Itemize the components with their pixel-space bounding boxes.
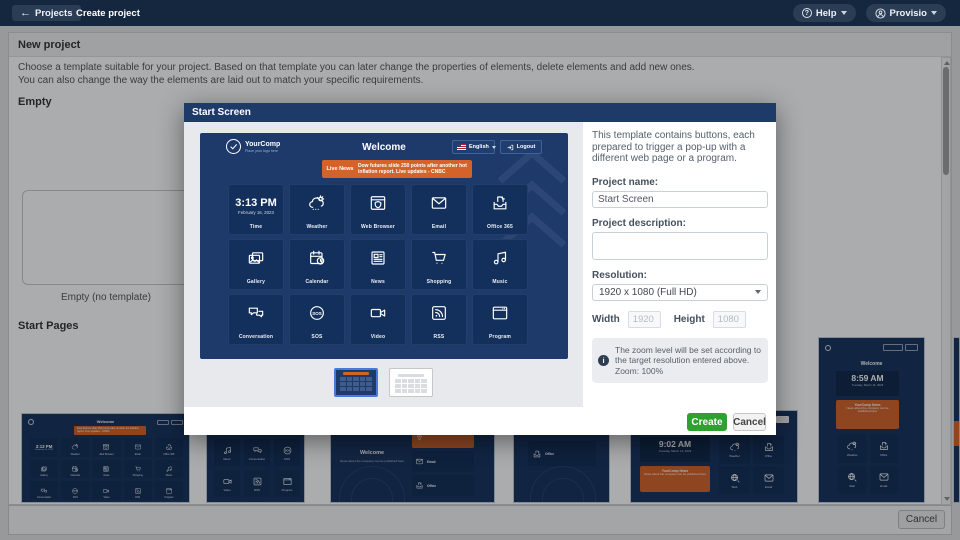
project-description-label: Project description: xyxy=(592,218,768,229)
tile-email: Email xyxy=(411,184,467,235)
page-thumbnail-dark[interactable] xyxy=(334,368,378,397)
tile-music: Music xyxy=(472,239,528,290)
ticker-text: Dow futures slide 250 points after anoth… xyxy=(358,163,472,176)
video-icon xyxy=(368,303,388,323)
chevron-down-icon xyxy=(931,11,937,15)
topbar: ← Projects Create project ? Help Provisi… xyxy=(0,0,960,26)
cancel-button[interactable]: Cancel xyxy=(733,413,766,431)
chevron-down-icon xyxy=(841,11,847,15)
width-label: Width xyxy=(592,314,620,325)
dialog-footer: Create Cancel xyxy=(184,407,776,435)
resolution-label: Resolution: xyxy=(592,270,768,281)
us-flag-icon xyxy=(457,144,466,150)
zoom-value: Zoom: 100% xyxy=(615,366,663,376)
preview-tile-grid: 3:13 PM February 16, 2023 Time Weather W… xyxy=(228,184,528,345)
zoom-info-box: i The zoom level will be set according t… xyxy=(592,338,768,384)
shopping-icon xyxy=(429,248,449,268)
sos-icon: SOS xyxy=(307,303,327,323)
back-to-projects-button[interactable]: ← Projects xyxy=(12,5,81,21)
create-button[interactable]: Create xyxy=(687,413,727,431)
tile-gallery: Gallery xyxy=(228,239,284,290)
chevron-down-icon xyxy=(755,290,761,294)
tile-video: Video xyxy=(350,294,406,345)
project-form-panel: This template contains buttons, each pre… xyxy=(583,122,776,407)
tile-office-365: Office 365 xyxy=(472,184,528,235)
weather-icon xyxy=(307,193,327,213)
tile-rss: RSS xyxy=(411,294,467,345)
tile-program: Program xyxy=(472,294,528,345)
dialog-title: Start Screen xyxy=(184,103,776,122)
topbar-right: ? Help Provisio xyxy=(793,4,946,22)
zoom-note: The zoom level will be set according to … xyxy=(615,345,761,366)
tile-time: 3:13 PM February 16, 2023 Time xyxy=(228,184,284,235)
height-label: Height xyxy=(674,314,705,325)
user-icon xyxy=(875,8,886,19)
template-description: This template contains buttons, each pre… xyxy=(592,130,768,165)
news-icon xyxy=(368,248,388,268)
tile-conversation: Conversation xyxy=(228,294,284,345)
chevron-down-icon xyxy=(492,146,496,149)
dimensions-row: Width Height xyxy=(592,311,768,328)
tab-create-project[interactable]: Create project xyxy=(76,0,140,26)
preview-clock-time: 3:13 PM xyxy=(235,197,277,209)
back-arrow-icon: ← xyxy=(20,8,31,19)
user-menu-button[interactable]: Provisio xyxy=(866,4,947,22)
tile-news: News xyxy=(350,239,406,290)
project-name-input[interactable] xyxy=(592,191,768,208)
conversation-icon xyxy=(246,303,266,323)
project-name-label: Project name: xyxy=(592,177,768,188)
logout-icon xyxy=(507,144,514,151)
tile-sos: SOS SOS xyxy=(289,294,345,345)
info-icon: i xyxy=(598,355,609,366)
height-input[interactable] xyxy=(713,311,746,328)
rss-icon xyxy=(429,303,449,323)
preview-clock-date: February 16, 2023 xyxy=(238,210,274,215)
width-input[interactable] xyxy=(628,311,661,328)
svg-text:SOS: SOS xyxy=(312,311,322,316)
template-preview-panel: YourComp Place your logo here Welcome En… xyxy=(184,122,583,407)
music-icon xyxy=(490,248,510,268)
resolution-value: 1920 x 1080 (Full HD) xyxy=(599,287,697,298)
browser-icon xyxy=(368,193,388,213)
help-icon: ? xyxy=(802,8,812,18)
template-preview: YourComp Place your logo here Welcome En… xyxy=(200,133,568,359)
ticker-label: Live News xyxy=(322,166,358,172)
gallery-icon xyxy=(246,248,266,268)
language-selector: English xyxy=(452,140,495,154)
help-button[interactable]: ? Help xyxy=(793,4,856,22)
tile-web-browser: Web Browser xyxy=(350,184,406,235)
tile-calendar: Calendar xyxy=(289,239,345,290)
tile-shopping: Shopping xyxy=(411,239,467,290)
live-news-ticker: Live News Dow futures slide 250 points a… xyxy=(322,160,472,178)
program-icon xyxy=(490,303,510,323)
projects-label: Projects xyxy=(35,8,73,19)
page-thumbnail-light[interactable] xyxy=(389,368,433,397)
logout-button: Logout xyxy=(500,140,542,154)
start-screen-dialog: Start Screen YourComp Place your logo he… xyxy=(184,103,776,435)
tile-weather: Weather xyxy=(289,184,345,235)
project-description-input[interactable] xyxy=(592,232,768,260)
office-icon xyxy=(490,193,510,213)
email-icon xyxy=(429,193,449,213)
page-thumbnails xyxy=(184,368,583,397)
calendar-icon xyxy=(307,248,327,268)
resolution-select[interactable]: 1920 x 1080 (Full HD) xyxy=(592,284,768,301)
app-screen: ← Projects Create project ? Help Provisi… xyxy=(0,0,960,540)
